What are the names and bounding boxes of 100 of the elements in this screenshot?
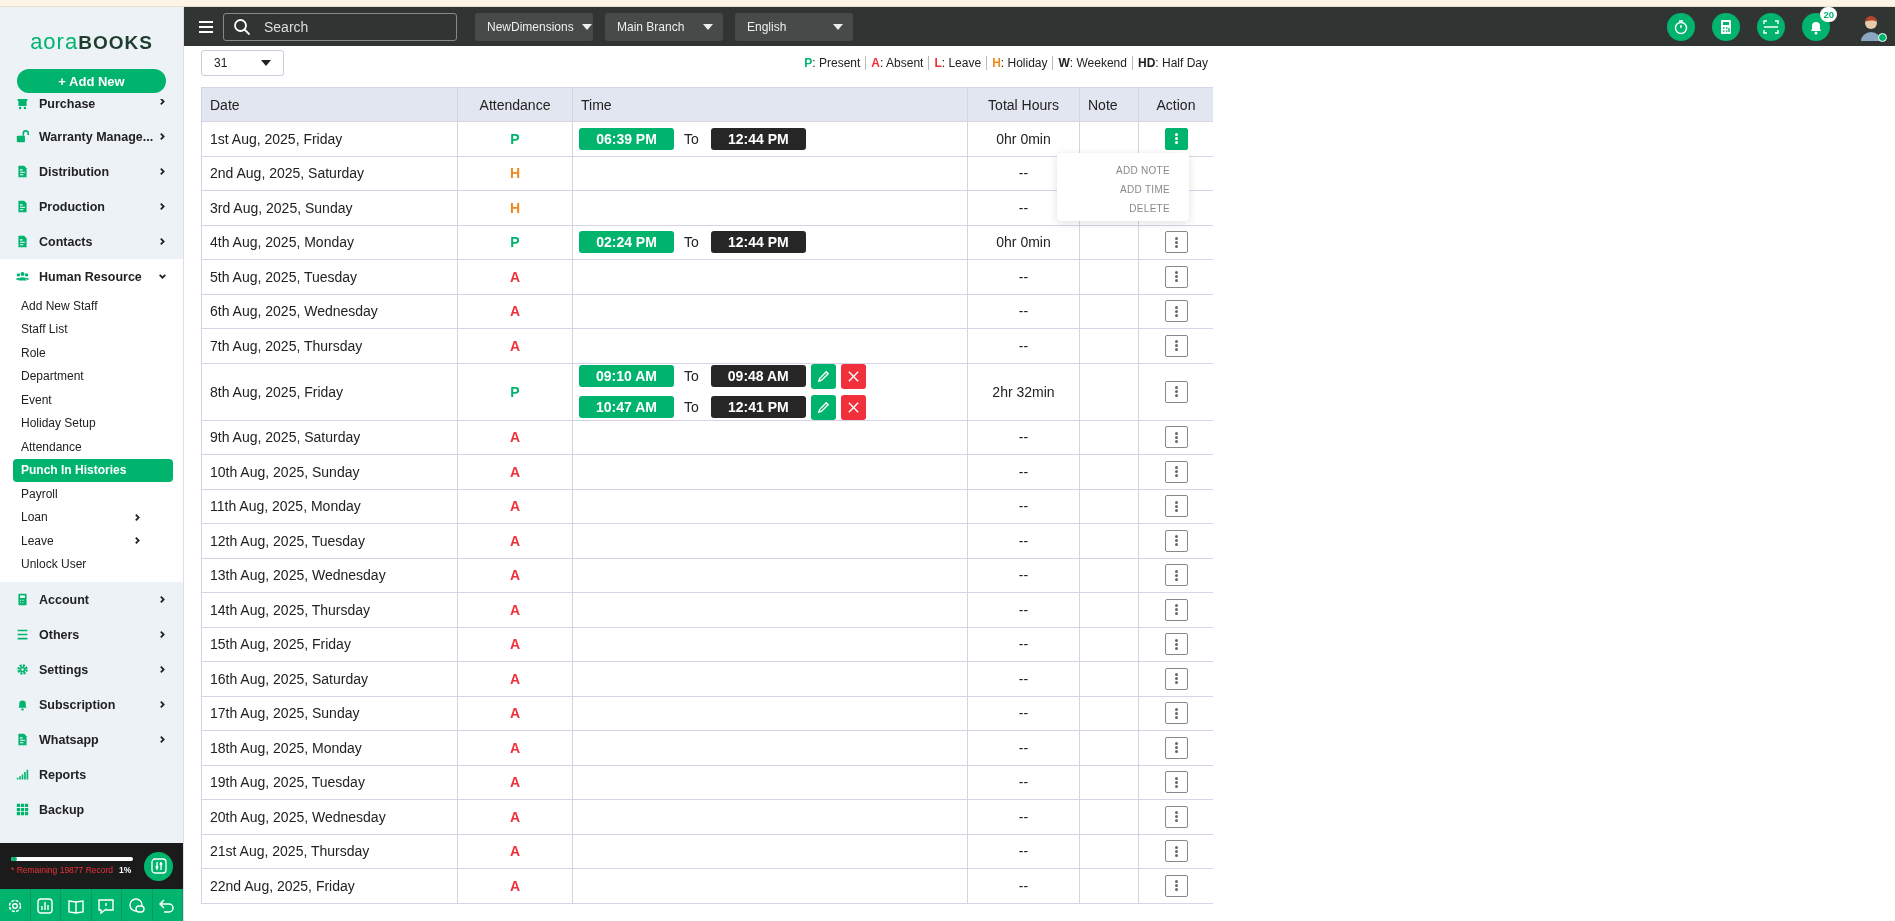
attendance-cell: A — [457, 661, 573, 696]
chevron-right-icon — [158, 735, 167, 744]
attendance-cell: A — [457, 489, 573, 524]
sidebar-item[interactable]: Reports — [0, 757, 183, 792]
sidebar-item[interactable]: Distribution — [0, 154, 183, 189]
calculator-button[interactable] — [1712, 12, 1740, 41]
usage-percent: 1% — [119, 865, 132, 875]
edit-button[interactable] — [810, 394, 836, 420]
more-actions-button[interactable] — [1164, 231, 1188, 254]
dropdown[interactable]: NewDimensions — [475, 12, 593, 41]
more-actions-button[interactable] — [1164, 127, 1188, 150]
kebab-icon — [1174, 305, 1178, 317]
pencil-icon — [816, 400, 830, 414]
date-cell: 3rd Aug, 2025, Sunday — [201, 190, 458, 225]
caret-icon — [703, 23, 713, 30]
submenu-item[interactable]: Staff List — [0, 317, 170, 341]
sidebar-item[interactable]: Warranty Manage... — [0, 119, 183, 154]
chart-icon — [36, 896, 55, 915]
submenu-item[interactable]: Leave — [0, 529, 170, 553]
submenu-item[interactable]: Attendance — [0, 435, 170, 459]
legend-item: W: Weekend — [1052, 56, 1132, 70]
submenu-item[interactable]: Event — [0, 388, 170, 412]
sidebar-item[interactable]: Whatsapp — [0, 722, 183, 757]
submenu-item[interactable]: Add New Staff — [0, 294, 170, 318]
menu-item[interactable]: DELETE — [1129, 199, 1189, 218]
total-hours-cell: -- — [967, 558, 1080, 593]
document-icon — [16, 733, 29, 746]
submenu-item[interactable]: Loan — [0, 505, 170, 529]
close-icon — [846, 369, 860, 383]
total-hours-cell: -- — [967, 661, 1080, 696]
attendance-cell: A — [457, 834, 573, 869]
caret-icon — [833, 23, 843, 30]
delete-button[interactable] — [840, 363, 866, 389]
search-field[interactable]: Search — [223, 12, 457, 41]
day-select[interactable]: 31 — [201, 50, 284, 76]
more-actions-button[interactable] — [1164, 598, 1188, 621]
edit-button[interactable] — [810, 363, 836, 389]
more-actions-button[interactable] — [1164, 840, 1188, 863]
more-actions-button[interactable] — [1164, 529, 1188, 552]
to-label: To — [684, 234, 699, 251]
menu-item[interactable]: ADD TIME — [1120, 180, 1189, 199]
date-cell: 7th Aug, 2025, Thursday — [201, 328, 458, 363]
list-icon — [16, 628, 29, 641]
chevron-right-icon — [158, 167, 167, 176]
more-actions-button[interactable] — [1164, 874, 1188, 897]
scan-button[interactable] — [1757, 12, 1785, 41]
more-actions-button[interactable] — [1164, 460, 1188, 483]
more-actions-button[interactable] — [1164, 736, 1188, 759]
total-hours-cell: -- — [967, 328, 1080, 363]
chat-icon — [127, 896, 146, 915]
kebab-icon — [1174, 742, 1178, 754]
sidebar-item[interactable]: Contacts — [0, 224, 183, 259]
attendance-cell: A — [457, 765, 573, 800]
sidebar-item[interactable]: Account — [0, 582, 183, 617]
timer-button[interactable] — [1667, 12, 1695, 41]
sidebar-item[interactable]: Purchase — [0, 99, 183, 119]
chevron-right-icon — [158, 700, 167, 709]
bell-icon — [16, 698, 29, 711]
submenu-item[interactable]: Role — [0, 341, 170, 365]
more-actions-button[interactable] — [1164, 564, 1188, 587]
submenu-item[interactable]: Unlock User — [0, 552, 170, 576]
more-actions-button[interactable] — [1164, 667, 1188, 690]
more-actions-button[interactable] — [1164, 334, 1188, 357]
sidebar-item[interactable]: Subscription — [0, 687, 183, 722]
attendance-cell: P — [457, 225, 573, 260]
date-cell: 10th Aug, 2025, Sunday — [201, 454, 458, 489]
punch-in-time: 10:47 AM — [579, 396, 674, 418]
kebab-icon — [1174, 880, 1178, 892]
menu-icon[interactable] — [198, 19, 214, 34]
submenu-item[interactable]: Payroll — [0, 482, 170, 506]
more-actions-button[interactable] — [1164, 300, 1188, 323]
more-actions-button[interactable] — [1164, 265, 1188, 288]
punch-out-time: 12:41 PM — [710, 396, 806, 418]
more-actions-button[interactable] — [1164, 380, 1188, 403]
chevron-right-icon — [133, 536, 142, 546]
more-actions-button[interactable] — [1164, 426, 1188, 449]
more-actions-button[interactable] — [1164, 495, 1188, 518]
kebab-icon — [1174, 500, 1178, 512]
delete-button[interactable] — [840, 394, 866, 420]
submenu-item[interactable]: Department — [0, 364, 170, 388]
legend-item: HD: Half Day — [1131, 56, 1213, 70]
sidebar-item[interactable]: Others — [0, 617, 183, 652]
more-actions-button[interactable] — [1164, 771, 1188, 794]
more-actions-button[interactable] — [1164, 702, 1188, 725]
dropdown[interactable]: English — [735, 12, 853, 41]
total-hours-cell: 2hr 32min — [967, 363, 1080, 420]
dropdown[interactable]: Main Branch — [605, 12, 723, 41]
column-header: Time — [572, 87, 968, 122]
sidebar-item[interactable]: Production — [0, 189, 183, 224]
sliders-button[interactable] — [144, 851, 173, 881]
menu-item[interactable]: ADD NOTE — [1115, 161, 1189, 180]
sidebar-item[interactable]: Human Resource — [0, 259, 183, 294]
more-actions-button[interactable] — [1164, 805, 1188, 828]
more-actions-button[interactable] — [1164, 633, 1188, 656]
people-icon — [16, 270, 29, 283]
sidebar-item[interactable]: Backup — [0, 792, 183, 827]
attendance-cell: A — [457, 696, 573, 731]
kebab-icon — [1174, 604, 1178, 616]
submenu-item[interactable]: Holiday Setup — [0, 411, 170, 435]
sidebar-item[interactable]: Settings — [0, 652, 183, 687]
